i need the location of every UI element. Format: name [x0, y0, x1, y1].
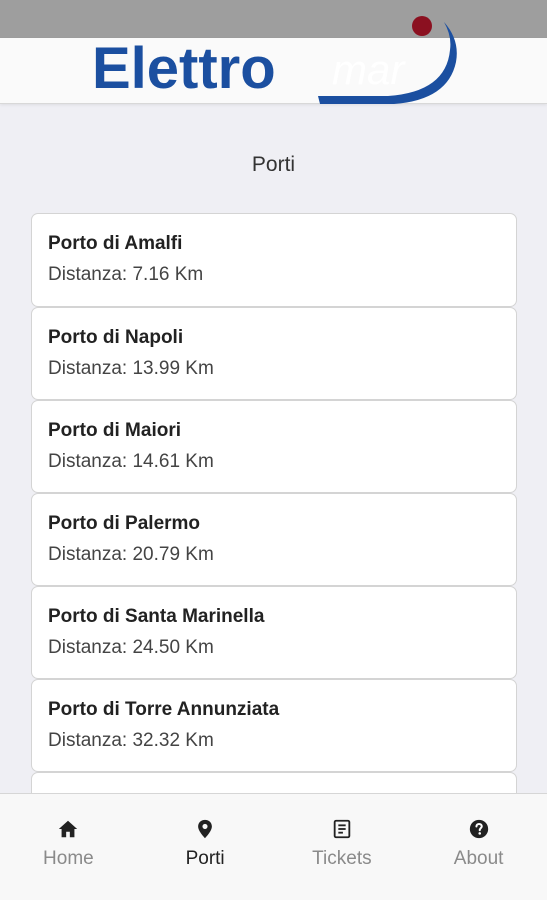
port-distance: Distanza: 13.99 Km: [48, 358, 214, 379]
tab-label: About: [453, 848, 504, 869]
tab-tickets[interactable]: Tickets: [274, 794, 411, 900]
page-title: Porti: [251, 153, 296, 176]
help-icon: [469, 819, 488, 839]
port-card-torre-annunziata[interactable]: Porto di Torre Annunziata Distanza: 32.3…: [31, 679, 517, 772]
port-name: Porto di Santa Marinella: [48, 606, 265, 627]
port-name: Porto di Napoli: [48, 327, 184, 348]
port-distance: Distanza: 7.16 Km: [48, 264, 204, 285]
ticket-icon: [333, 819, 351, 839]
port-name: Porto di Maiori: [48, 420, 181, 441]
port-card-santa-marinella[interactable]: Porto di Santa Marinella Distanza: 24.50…: [31, 586, 517, 679]
port-name: Porto di Amalfi: [48, 233, 183, 254]
tab-label: Porti: [185, 848, 225, 869]
port-name: Porto di Palermo: [48, 513, 201, 534]
port-distance: Distanza: 32.32 Km: [48, 730, 214, 751]
port-name: Porto di Torre Annunziata: [48, 699, 280, 720]
port-distance: Distanza: 14.61 Km: [48, 451, 214, 472]
elettromar-logo: Elettro mar: [92, 16, 457, 104]
svg-text:mar: mar: [332, 46, 406, 93]
tab-home[interactable]: Home: [0, 794, 137, 900]
port-distance: Distanza: 24.50 Km: [48, 637, 214, 658]
app-header: Elettro mar: [0, 16, 547, 104]
bottom-tab-bar: Home Porti Tickets About: [0, 793, 547, 900]
port-card-palermo[interactable]: Porto di Palermo Distanza: 20.79 Km: [31, 493, 517, 586]
tab-label: Home: [43, 848, 94, 869]
tab-porti[interactable]: Porti: [137, 794, 274, 900]
tab-label: Tickets: [312, 848, 372, 869]
location-pin-icon: [198, 819, 212, 839]
port-card-maiori[interactable]: Porto di Maiori Distanza: 14.61 Km: [31, 400, 517, 493]
port-card-partial[interactable]: [31, 772, 517, 793]
port-card-napoli[interactable]: Porto di Napoli Distanza: 13.99 Km: [31, 307, 517, 400]
ports-list: Porto di Amalfi Distanza: 7.16 Km Porto …: [31, 213, 517, 793]
main-content: Porti Porto di Amalfi Distanza: 7.16 Km …: [0, 105, 547, 793]
port-distance: Distanza: 20.79 Km: [48, 544, 214, 565]
svg-text:Elettro: Elettro: [92, 36, 276, 101]
tab-about[interactable]: About: [410, 794, 547, 900]
port-card-amalfi[interactable]: Porto di Amalfi Distanza: 7.16 Km: [31, 213, 517, 307]
home-icon: [59, 820, 78, 838]
